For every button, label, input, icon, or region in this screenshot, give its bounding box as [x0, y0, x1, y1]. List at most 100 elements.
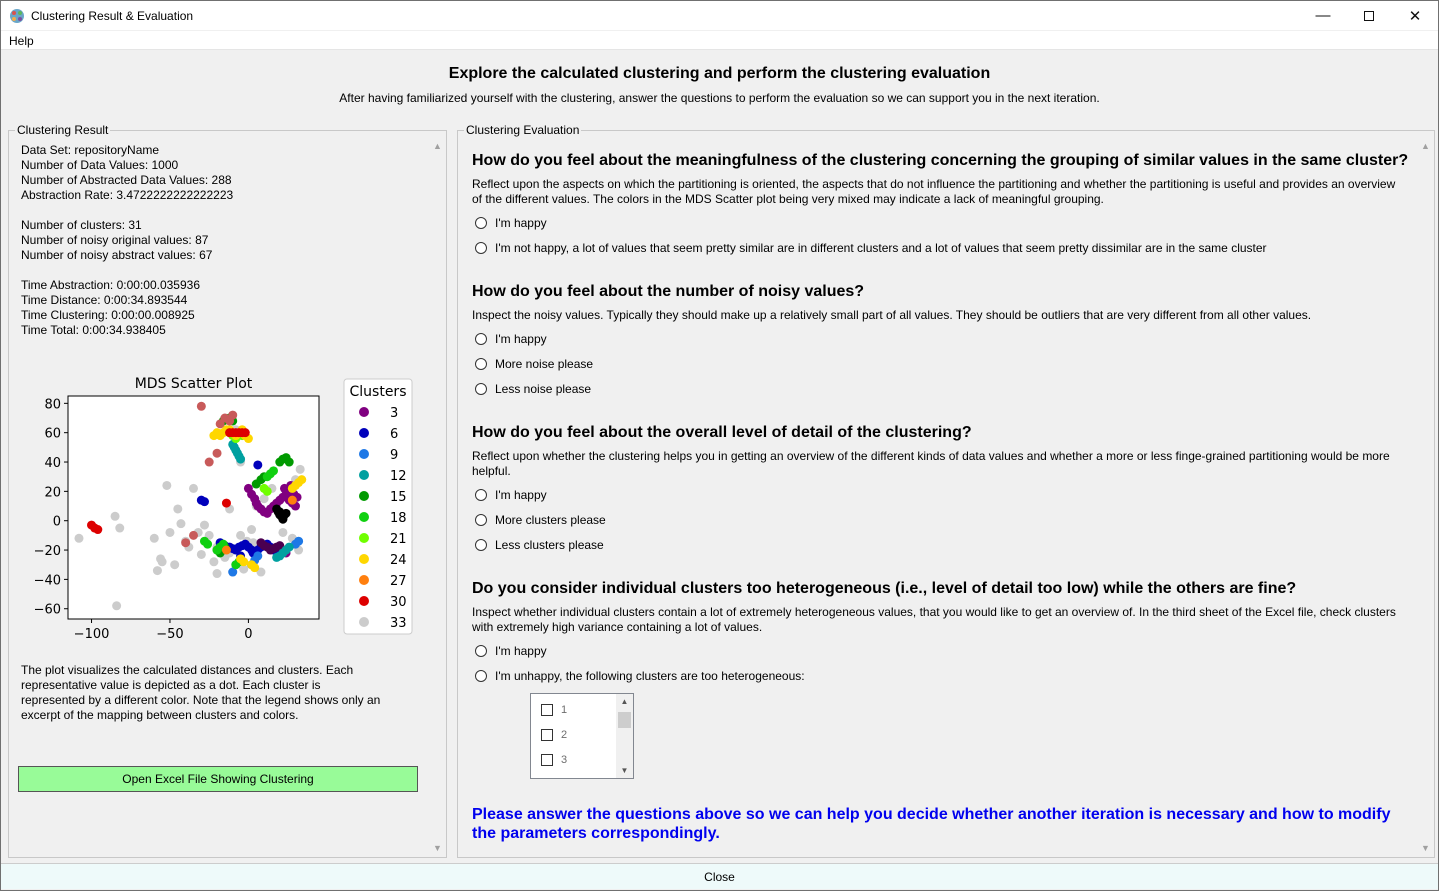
page-title: Explore the calculated clustering and pe…: [448, 65, 991, 82]
scatter-point: [196, 401, 206, 411]
question-noise: How do you feel about the number of nois…: [472, 283, 1402, 323]
scatter-point: [284, 457, 294, 467]
cluster-checkbox-item[interactable]: 1: [541, 704, 567, 716]
x-tick-label: −50: [156, 627, 183, 639]
left-scrollbar[interactable]: ▲ ▼: [430, 139, 445, 856]
checkbox-label: 1: [561, 704, 568, 716]
radio-icon[interactable]: [475, 645, 487, 657]
app-icon: [10, 9, 24, 23]
scroll-up-icon[interactable]: ▲: [616, 694, 633, 709]
question-description: Inspect the noisy values. Typically they…: [472, 308, 1312, 322]
question-title: How do you feel about the overall level …: [472, 424, 972, 441]
q4-option-unhappy[interactable]: I'm unhappy, the following clusters are …: [475, 669, 805, 683]
y-tick-label: 20: [44, 485, 61, 500]
radio-icon[interactable]: [475, 358, 487, 370]
y-tick-label: −40: [34, 573, 61, 588]
radio-icon[interactable]: [475, 242, 487, 254]
scroll-down-icon[interactable]: ▼: [430, 841, 445, 856]
x-tick-label: −100: [74, 627, 110, 639]
scatter-point: [236, 530, 246, 540]
radio-icon[interactable]: [475, 489, 487, 501]
title-bar: Clustering Result & Evaluation — ✕: [0, 0, 1439, 31]
y-tick-label: −20: [34, 544, 61, 559]
scroll-down-icon[interactable]: ▼: [616, 763, 633, 778]
legend-marker: [359, 617, 369, 627]
chart-title: MDS Scatter Plot: [135, 376, 253, 392]
q2-option-happy[interactable]: I'm happy: [475, 332, 547, 346]
cluster-checklist[interactable]: 1 2 3 ▲ ▼: [530, 693, 634, 779]
clustering-result-legend: Clustering Result: [17, 123, 109, 137]
y-tick-label: 40: [44, 456, 61, 471]
stats-block: Data Set: repositoryName Number of Data …: [21, 143, 233, 338]
checkbox-icon[interactable]: [541, 704, 553, 716]
checkbox-icon[interactable]: [541, 729, 553, 741]
legend-label: 6: [390, 427, 398, 442]
radio-label: More clusters please: [495, 513, 606, 527]
scroll-up-icon[interactable]: ▲: [1418, 139, 1433, 154]
q1-option-unhappy[interactable]: I'm not happy, a lot of values that seem…: [475, 241, 1267, 255]
cluster-checkbox-item[interactable]: 2: [541, 729, 567, 741]
stat-line: Time Distance: 0:00:34.893544: [21, 293, 188, 307]
question-meaningfulness: How do you feel about the meaningfulness…: [472, 152, 1408, 207]
menu-help[interactable]: Help: [9, 34, 34, 48]
stat-line: Time Total: 0:00:34.938405: [21, 323, 166, 337]
q3-option-happy[interactable]: I'm happy: [475, 488, 547, 502]
legend-marker: [359, 512, 369, 522]
close-icon: ✕: [1408, 7, 1422, 25]
scroll-down-icon[interactable]: ▼: [1418, 841, 1433, 856]
question-description: Reflect upon whether the clustering help…: [472, 449, 1390, 478]
q4-option-happy[interactable]: I'm happy: [475, 644, 547, 658]
radio-label: I'm happy: [495, 488, 547, 502]
scatter-point: [253, 551, 263, 561]
radio-icon[interactable]: [475, 333, 487, 345]
question-title: Do you consider individual clusters too …: [472, 580, 1297, 597]
scatter-point: [115, 523, 125, 533]
radio-label: Less noise please: [495, 382, 592, 396]
q2-option-more-noise[interactable]: More noise please: [475, 357, 593, 371]
scatter-point: [287, 495, 297, 505]
checkbox-label: 3: [561, 754, 568, 766]
radio-icon[interactable]: [475, 383, 487, 395]
cluster-checkbox-item[interactable]: 3: [541, 754, 567, 766]
minimize-button[interactable]: —: [1300, 0, 1346, 31]
q3-option-less-clusters[interactable]: Less clusters please: [475, 538, 604, 552]
scatter-point: [170, 560, 180, 570]
x-tick-label: 0: [244, 627, 252, 639]
scroll-thumb[interactable]: [618, 712, 631, 728]
window-title: Clustering Result & Evaluation: [31, 9, 194, 23]
radio-label: I'm unhappy, the following clusters are …: [495, 669, 805, 683]
radio-icon[interactable]: [475, 217, 487, 229]
question-description: Inspect whether individual clusters cont…: [472, 605, 1396, 634]
radio-icon[interactable]: [475, 539, 487, 551]
radio-icon[interactable]: [475, 514, 487, 526]
radio-label: I'm happy: [495, 332, 547, 346]
q1-option-happy[interactable]: I'm happy: [475, 216, 547, 230]
legend-label: 15: [390, 490, 407, 505]
legend-label: 30: [390, 595, 407, 610]
close-button[interactable]: Close: [1, 864, 1438, 890]
page-subtitle: After having familiarized yourself with …: [339, 91, 1100, 105]
legend-label: 24: [390, 553, 407, 568]
maximize-icon: [1364, 10, 1374, 21]
stat-line: Data Set: repositoryName: [21, 143, 160, 157]
minimize-icon: —: [1315, 7, 1331, 24]
open-excel-button[interactable]: Open Excel File Showing Clustering: [18, 766, 418, 792]
checkbox-icon[interactable]: [541, 754, 553, 766]
close-window-button[interactable]: ✕: [1392, 0, 1438, 31]
scatter-point: [173, 504, 183, 514]
checkbox-label: 2: [561, 729, 568, 741]
radio-icon[interactable]: [475, 670, 487, 682]
scatter-point: [212, 448, 222, 458]
stat-line: Number of clusters: 31: [21, 218, 142, 232]
legend-label: 18: [390, 511, 407, 526]
q3-option-more-clusters[interactable]: More clusters please: [475, 513, 606, 527]
q2-option-less-noise[interactable]: Less noise please: [475, 382, 591, 396]
scatter-point: [284, 542, 294, 552]
scatter-point: [189, 530, 198, 540]
maximize-button[interactable]: [1346, 0, 1392, 31]
legend-label: 21: [390, 532, 407, 547]
scroll-up-icon[interactable]: ▲: [430, 139, 445, 154]
scatter-point: [74, 533, 84, 543]
right-scrollbar[interactable]: ▲ ▼: [1418, 139, 1433, 856]
checklist-scrollbar[interactable]: ▲ ▼: [616, 694, 633, 778]
